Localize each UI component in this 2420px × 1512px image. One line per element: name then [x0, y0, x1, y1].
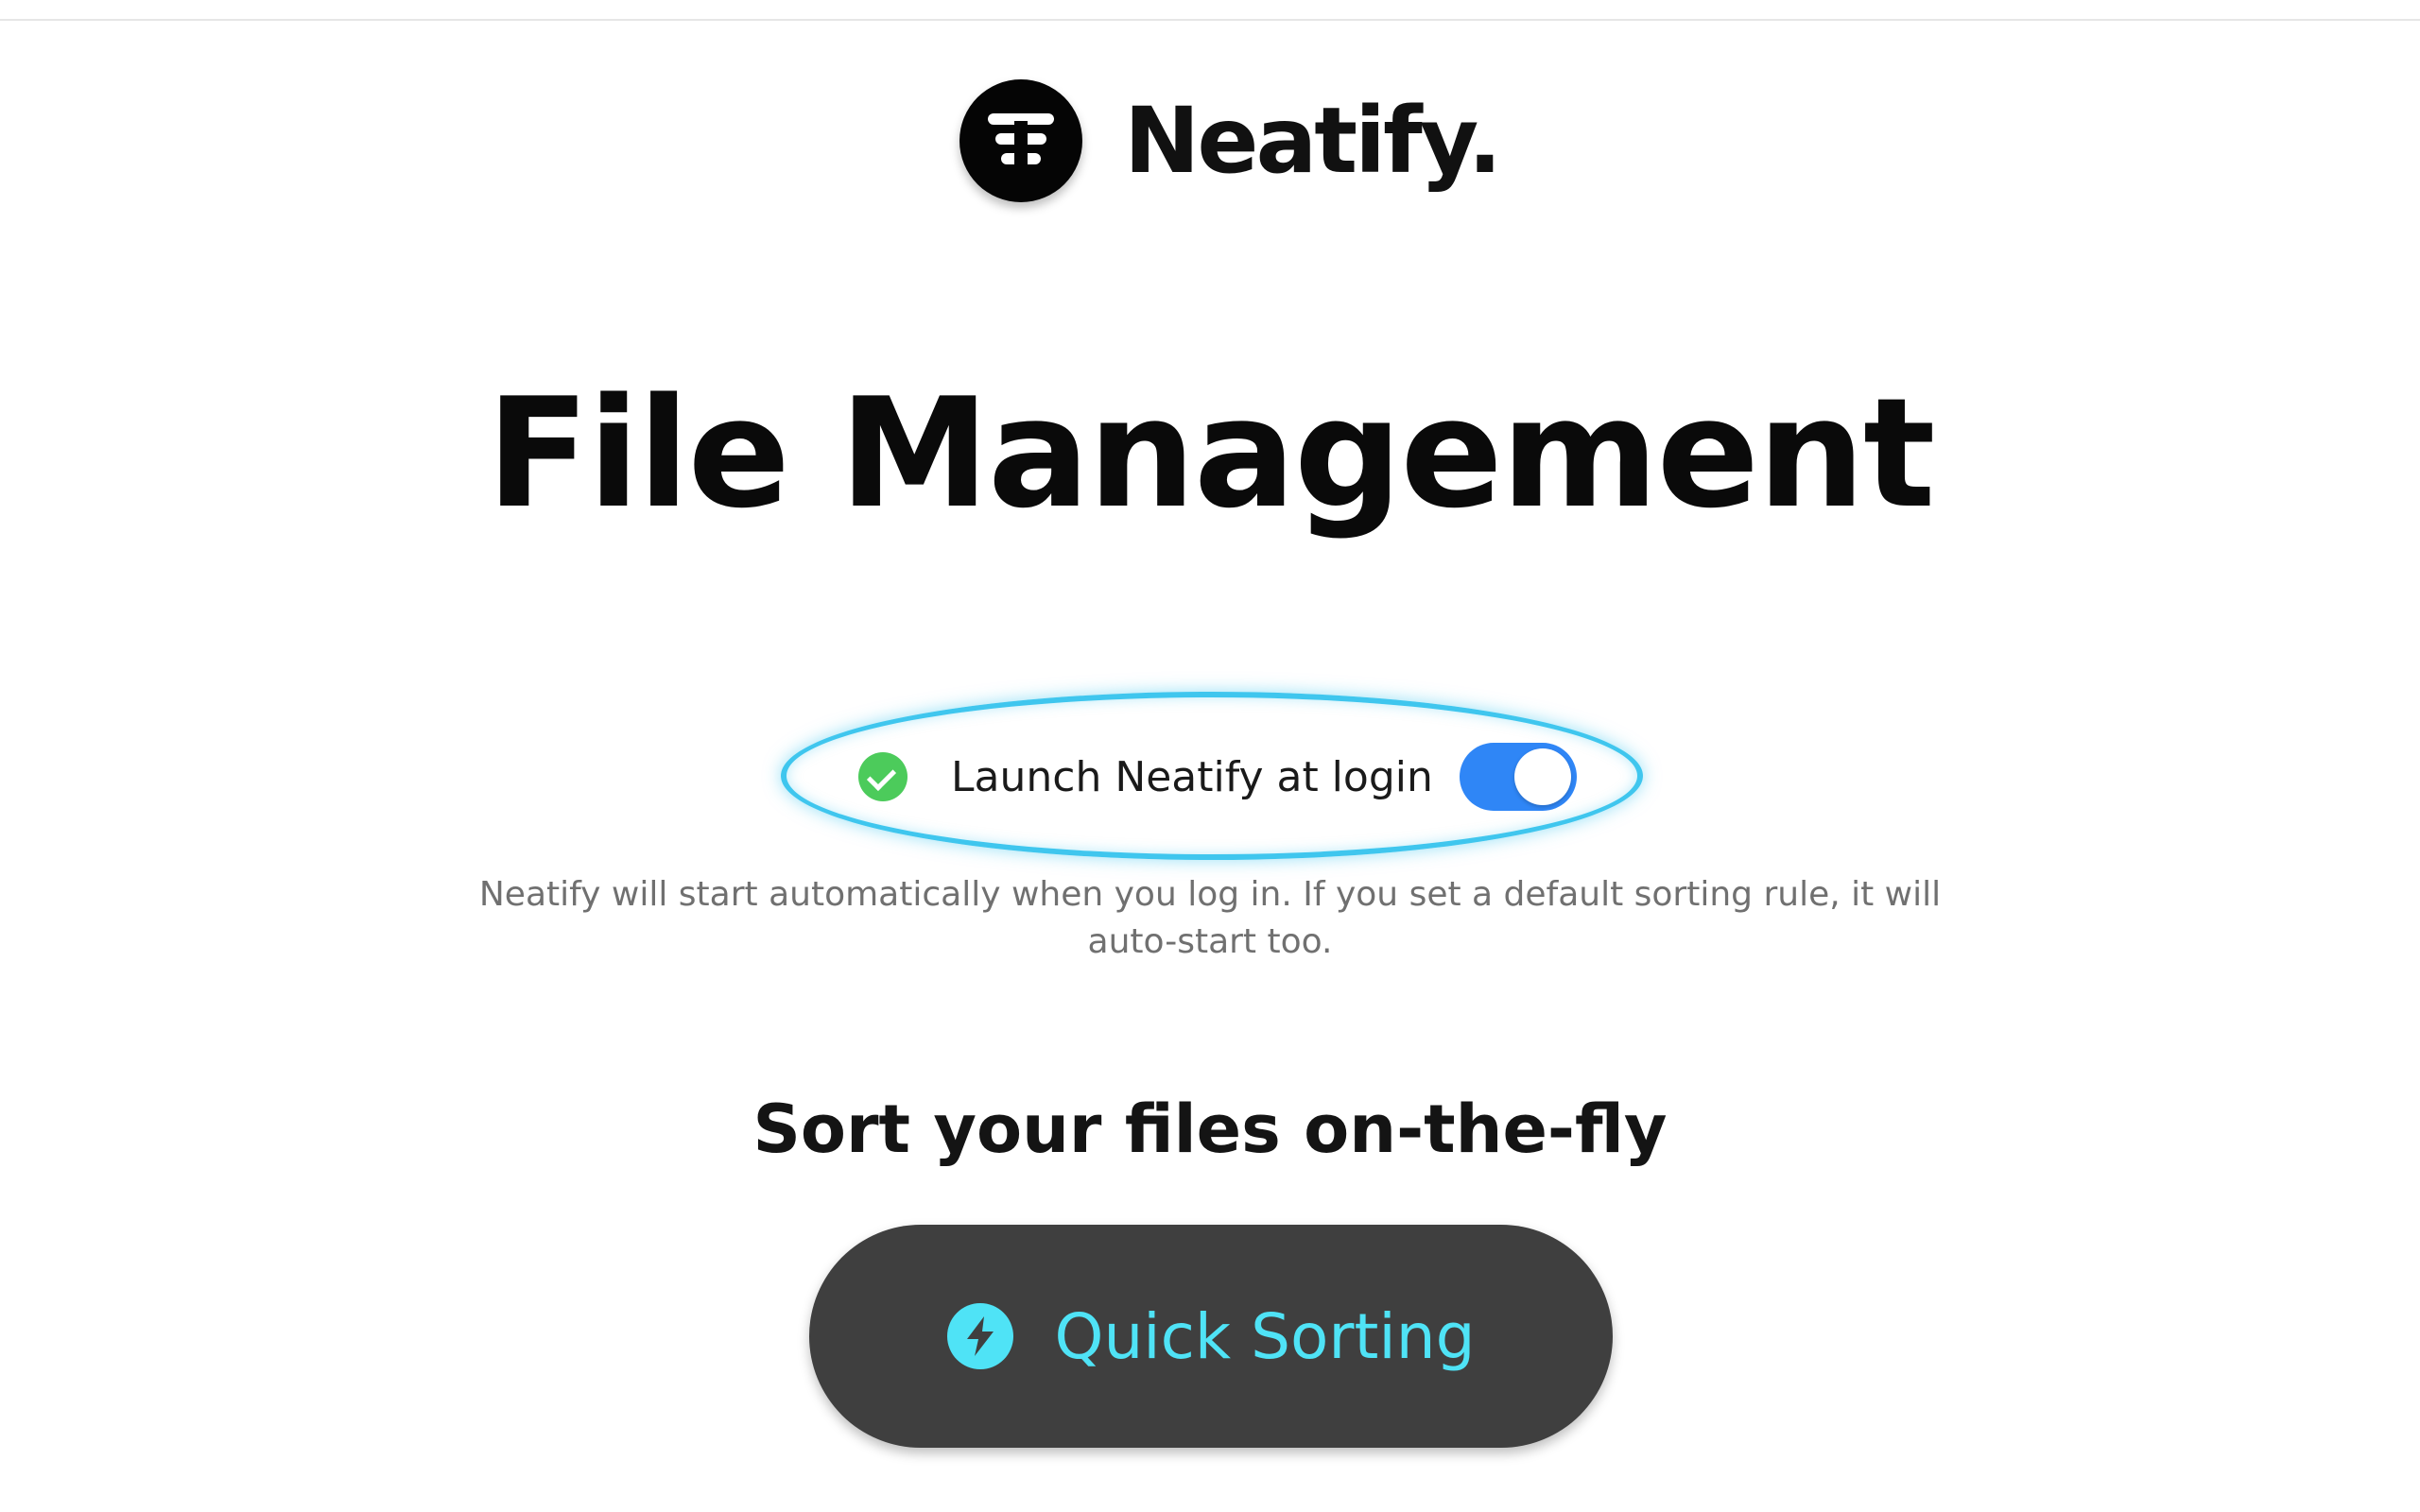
- brand-header: Neatify.: [959, 79, 1502, 202]
- launch-description: Neatify will start automatically when yo…: [478, 875, 1942, 961]
- check-circle-icon: [858, 752, 908, 801]
- sort-heading: Sort your files on-the-fly: [752, 1091, 1668, 1168]
- quick-sorting-button[interactable]: Quick Sorting: [809, 1225, 1613, 1448]
- page-title: File Management: [486, 365, 1936, 541]
- toggle-knob: [1513, 748, 1571, 805]
- neatify-window: Neatify. File Management Launch Neatify …: [0, 0, 2420, 1512]
- brand-name: Neatify.: [1124, 88, 1502, 194]
- quick-sorting-label: Quick Sorting: [1054, 1299, 1476, 1373]
- launch-at-login-row[interactable]: Launch Neatify at login: [858, 743, 1577, 811]
- launch-at-login-toggle[interactable]: [1459, 743, 1577, 811]
- logo-stem: [1014, 121, 1028, 164]
- lightning-bolt-glyph: [966, 1316, 994, 1356]
- lightning-bolt-icon: [946, 1303, 1013, 1369]
- launch-at-login-label: Launch Neatify at login: [951, 752, 1433, 801]
- top-divider: [0, 19, 2420, 21]
- neatify-logo-icon: [959, 79, 1082, 202]
